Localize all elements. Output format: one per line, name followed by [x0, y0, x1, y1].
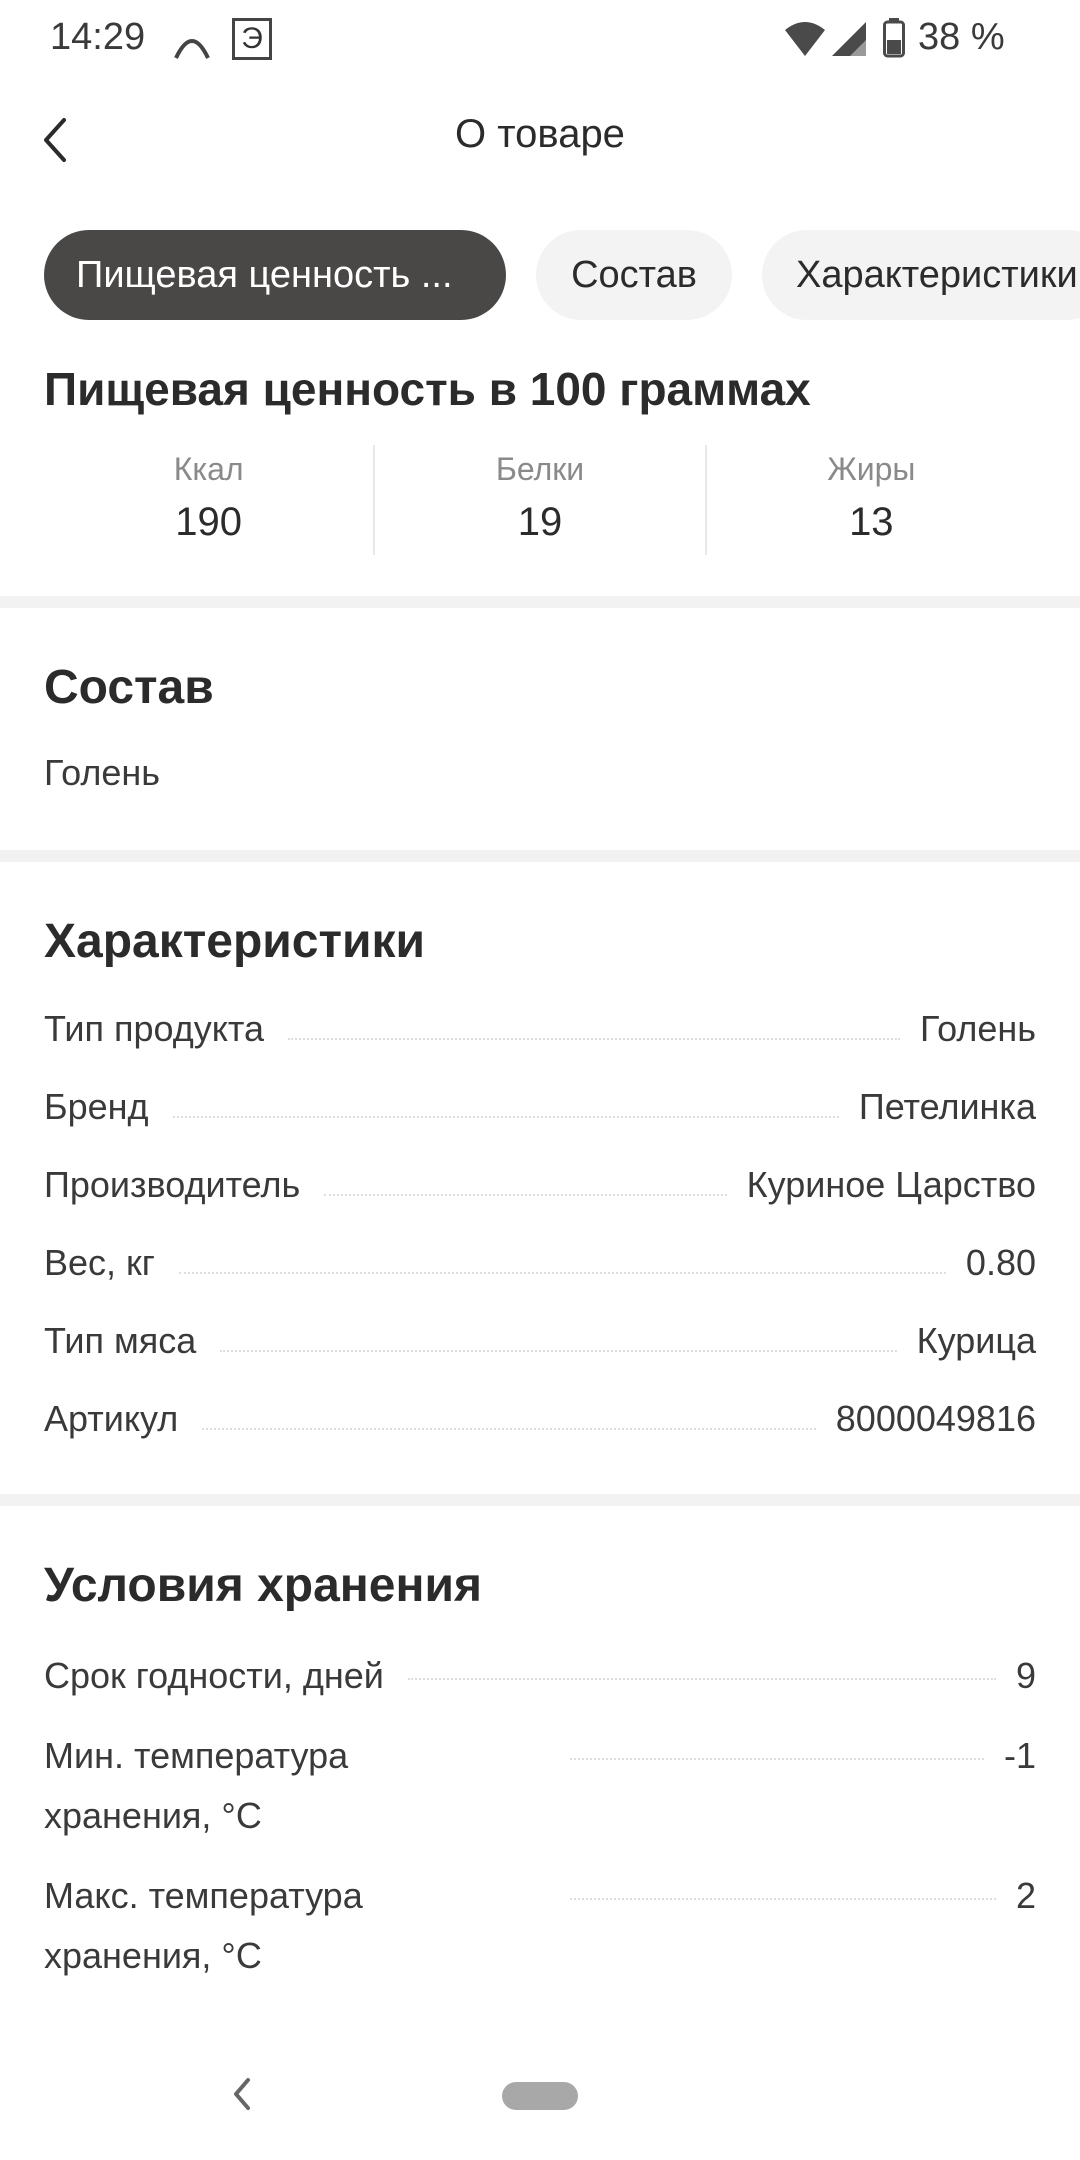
spec-row: Тип мяса Курица [44, 1304, 1036, 1382]
spec-row: Бренд Петелинка [44, 1070, 1036, 1148]
storage-row: Мин. температура хранения, °C -1 [44, 1726, 1036, 1846]
section-divider [0, 850, 1080, 862]
dotted-leader [172, 1116, 839, 1118]
spec-value: 0.80 [965, 1242, 1036, 1283]
characteristics-title: Характеристики [44, 915, 426, 968]
dotted-leader [570, 1898, 996, 1900]
composition-title: Состав [44, 661, 214, 714]
storage-row: Срок годности, дней 9 [44, 1646, 1036, 1706]
dotted-leader [570, 1758, 984, 1760]
spec-value: Курица [916, 1320, 1036, 1361]
storage-title: Условия хранения [44, 1559, 482, 1612]
tab-nutrition[interactable]: Пищевая ценность ... [44, 230, 506, 320]
spec-label: Бренд [44, 1086, 149, 1127]
spec-value: 8000049816 [835, 1398, 1036, 1439]
spec-row: Производитель Куриное Царство [44, 1148, 1036, 1226]
spec-value: Петелинка [858, 1086, 1036, 1127]
dotted-leader [407, 1678, 996, 1680]
nutrition-label: Белки [495, 451, 585, 487]
e-badge-icon: Э [232, 18, 272, 60]
dotted-leader [178, 1272, 946, 1274]
nutrition-label: Жиры [827, 451, 916, 487]
nutrition-value: 190 [175, 500, 243, 544]
storage-label: Мин. температура хранения, °C [44, 1735, 349, 1836]
nutrition-value: 19 [517, 500, 563, 544]
nutrition-title: Пищевая ценность в 100 граммах [44, 363, 811, 415]
dotted-leader [288, 1038, 901, 1040]
dotted-leader [202, 1428, 816, 1430]
spec-label: Тип мяса [44, 1320, 197, 1361]
spec-row: Тип продукта Голень [44, 992, 1036, 1070]
nutrition-fat: Жиры 13 [704, 445, 1036, 555]
spec-row: Вес, кг 0.80 [44, 1226, 1036, 1304]
storage-value: -1 [1003, 1735, 1036, 1776]
storage-value: 2 [1015, 1875, 1036, 1916]
nutrition-row: Ккал 190 Белки 19 Жиры 13 [44, 445, 1036, 555]
nutrition-label: Ккал [173, 451, 244, 487]
nutrition-kcal: Ккал 190 [44, 445, 373, 555]
spec-label: Тип продукта [44, 1008, 265, 1049]
spec-label: Производитель [44, 1164, 301, 1205]
tab-composition[interactable]: Состав [536, 230, 732, 320]
characteristics-list: Тип продукта Голень Бренд Петелинка Прои… [44, 992, 1036, 1460]
section-divider [0, 1494, 1080, 1506]
system-nav-bar [0, 2050, 1080, 2160]
tab-characteristics[interactable]: Характеристики [762, 230, 1080, 320]
storage-label: Срок годности, дней [44, 1655, 384, 1696]
dotted-leader [324, 1194, 727, 1196]
signal-icon [832, 22, 866, 56]
storage-label: Макс. температура хранения, °C [44, 1875, 363, 1976]
spec-row: Артикул 8000049816 [44, 1382, 1036, 1460]
home-pill-icon[interactable] [502, 2082, 578, 2110]
composition-text: Голень [44, 752, 160, 793]
wifi-icon [785, 22, 825, 56]
nav-back-icon[interactable] [226, 2072, 256, 2116]
status-bar: 14:29 Э 38 % [0, 0, 1080, 80]
battery-percent: 38 % [918, 16, 1005, 58]
nutrition-value: 13 [849, 500, 894, 544]
storage-list: Срок годности, дней 9 Мин. температура х… [44, 1646, 1036, 2006]
spec-label: Вес, кг [44, 1242, 155, 1283]
storage-value: 9 [1015, 1655, 1036, 1696]
spec-label: Артикул [44, 1398, 179, 1439]
dotted-leader [220, 1350, 897, 1352]
spec-value: Куриное Царство [746, 1164, 1036, 1205]
battery-icon [883, 18, 905, 58]
app-header: О товаре [0, 80, 1080, 200]
page-title: О товаре [455, 112, 625, 156]
section-tabs: Пищевая ценность ... Состав Характеристики [44, 230, 1080, 320]
status-time: 14:29 [50, 16, 146, 58]
nutrition-protein: Белки 19 [373, 445, 704, 555]
storage-row: Макс. температура хранения, °C 2 [44, 1866, 1036, 1986]
spec-value: Голень [920, 1008, 1036, 1049]
section-divider [0, 596, 1080, 608]
arc-icon [174, 39, 210, 59]
